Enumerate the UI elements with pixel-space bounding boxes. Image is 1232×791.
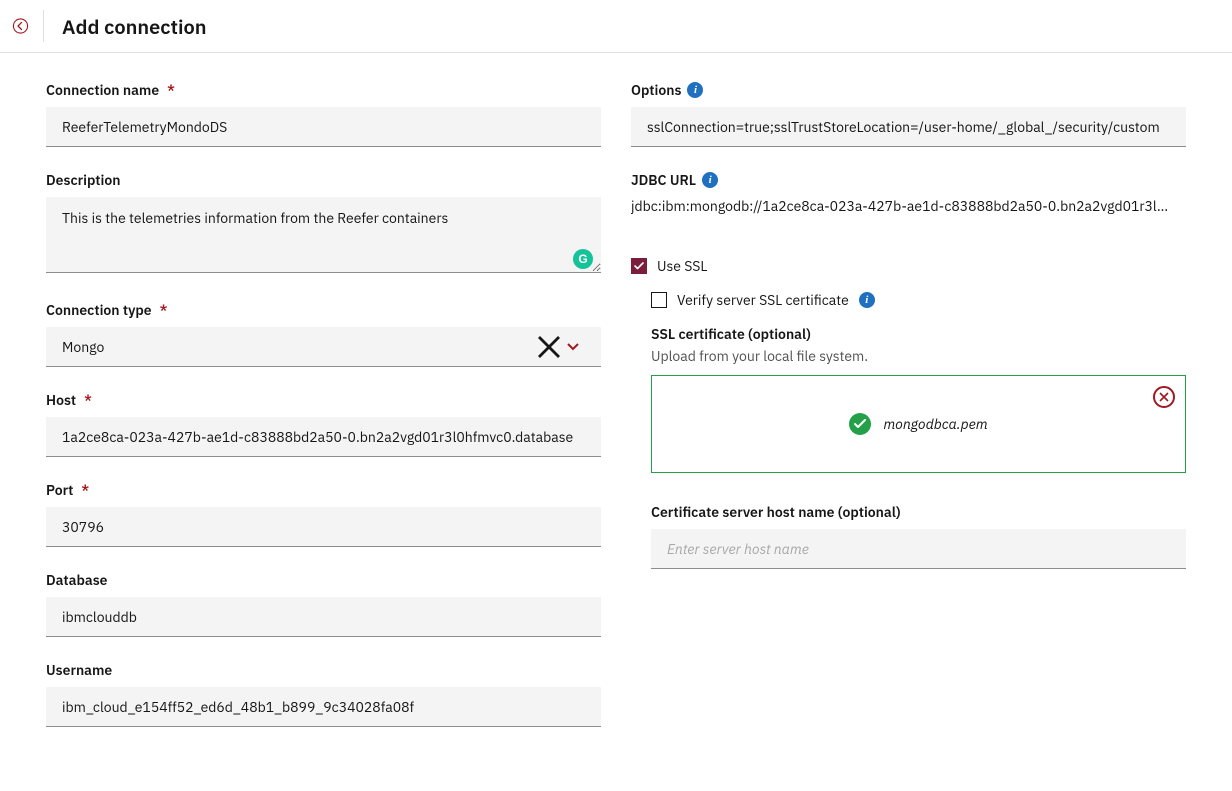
description-field: Description bbox=[46, 171, 601, 277]
connection-type-select[interactable]: Mongo bbox=[46, 327, 601, 367]
description-textarea[interactable] bbox=[46, 197, 601, 273]
port-input[interactable] bbox=[46, 507, 601, 547]
port-field: Port * bbox=[46, 481, 601, 547]
verify-ssl-label: Verify server SSL certificate bbox=[677, 291, 849, 309]
connection-name-input[interactable] bbox=[46, 107, 601, 147]
left-column: Connection name * Description Connection … bbox=[46, 81, 601, 751]
required-asterisk: * bbox=[160, 301, 168, 319]
jdbc-url-field: JDBC URL jdbc:ibm:mongodb://1a2ce8ca-023… bbox=[631, 171, 1186, 215]
info-icon[interactable] bbox=[859, 292, 875, 308]
required-asterisk: * bbox=[84, 391, 92, 409]
ssl-cert-upload-box: mongodbca.pem bbox=[651, 375, 1186, 473]
username-field: Username bbox=[46, 661, 601, 727]
clear-selection-button[interactable] bbox=[537, 335, 561, 359]
verify-ssl-row: Verify server SSL certificate bbox=[651, 291, 1186, 309]
jdbc-url-value: jdbc:ibm:mongodb://1a2ce8ca-023a-427b-ae… bbox=[631, 197, 1186, 215]
close-icon bbox=[1159, 392, 1169, 402]
dropdown-toggle[interactable] bbox=[561, 335, 585, 359]
info-icon[interactable] bbox=[687, 82, 703, 98]
arrow-left-circle-icon bbox=[12, 14, 29, 38]
host-field: Host * bbox=[46, 391, 601, 457]
form-area: Connection name * Description Connection … bbox=[0, 53, 1232, 791]
port-label: Port * bbox=[46, 481, 601, 499]
database-field: Database bbox=[46, 571, 601, 637]
right-column: Options JDBC URL jdbc:ibm:mongodb://1a2c… bbox=[631, 81, 1186, 751]
page-title: Add connection bbox=[62, 13, 207, 40]
connection-type-field: Connection type * Mongo bbox=[46, 301, 601, 367]
connection-type-value: Mongo bbox=[62, 338, 537, 356]
ssl-cert-help: Upload from your local file system. bbox=[651, 347, 1186, 365]
chevron-down-icon bbox=[567, 343, 579, 351]
host-label: Host * bbox=[46, 391, 601, 409]
connection-name-field: Connection name * bbox=[46, 81, 601, 147]
ssl-subsection: Verify server SSL certificate SSL certif… bbox=[651, 291, 1186, 569]
description-label: Description bbox=[46, 171, 601, 189]
checkmark-icon bbox=[854, 419, 866, 429]
label-text: JDBC URL bbox=[631, 171, 696, 189]
use-ssl-label: Use SSL bbox=[657, 257, 707, 275]
options-input[interactable] bbox=[631, 107, 1186, 147]
verify-ssl-checkbox[interactable] bbox=[651, 292, 667, 308]
remove-file-button[interactable] bbox=[1153, 386, 1175, 408]
required-asterisk: * bbox=[81, 481, 89, 499]
cert-host-input[interactable] bbox=[651, 529, 1186, 569]
ssl-cert-heading: SSL certificate (optional) bbox=[651, 325, 1186, 343]
checkmark-icon bbox=[634, 262, 644, 270]
connection-type-label: Connection type * bbox=[46, 301, 601, 319]
grammarly-icon bbox=[573, 249, 593, 269]
use-ssl-row: Use SSL bbox=[631, 257, 1186, 275]
label-text: Host bbox=[46, 391, 76, 409]
options-field: Options bbox=[631, 81, 1186, 147]
jdbc-url-label: JDBC URL bbox=[631, 171, 1186, 189]
top-bar: Add connection bbox=[0, 0, 1232, 53]
cert-host-label: Certificate server host name (optional) bbox=[651, 503, 1186, 521]
connection-name-label: Connection name * bbox=[46, 81, 601, 99]
host-input[interactable] bbox=[46, 417, 601, 457]
database-label: Database bbox=[46, 571, 601, 589]
label-text: Port bbox=[46, 481, 73, 499]
required-asterisk: * bbox=[167, 81, 175, 99]
label-text: Options bbox=[631, 81, 681, 99]
close-icon bbox=[537, 335, 561, 359]
back-button[interactable] bbox=[12, 10, 44, 42]
username-input[interactable] bbox=[46, 687, 601, 727]
label-text: Connection name bbox=[46, 81, 159, 99]
label-text: Connection type bbox=[46, 301, 152, 319]
uploaded-filename: mongodbca.pem bbox=[883, 415, 987, 433]
username-label: Username bbox=[46, 661, 601, 679]
use-ssl-checkbox[interactable] bbox=[631, 258, 647, 274]
options-label: Options bbox=[631, 81, 1186, 99]
info-icon[interactable] bbox=[702, 172, 718, 188]
database-input[interactable] bbox=[46, 597, 601, 637]
success-check-icon bbox=[849, 413, 871, 435]
